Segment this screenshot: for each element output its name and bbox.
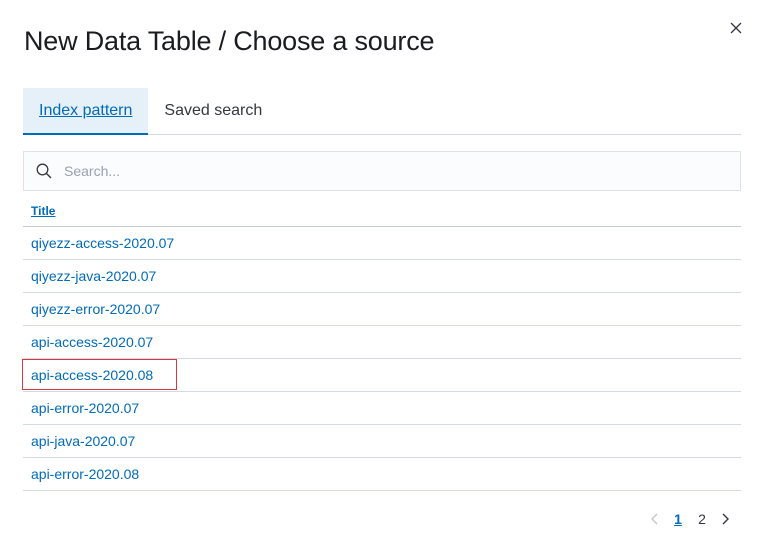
table-row: api-error-2020.08 <box>23 458 741 491</box>
source-list: qiyezz-access-2020.07 qiyezz-java-2020.0… <box>22 227 741 491</box>
table-row: api-error-2020.07 <box>23 392 741 425</box>
source-link[interactable]: qiyezz-java-2020.07 <box>31 268 156 284</box>
close-button[interactable] <box>727 19 745 37</box>
table-row: api-access-2020.08 <box>22 359 741 392</box>
source-link[interactable]: api-access-2020.07 <box>31 334 153 350</box>
column-header-title[interactable]: Title <box>31 204 55 218</box>
page-2-button[interactable]: 2 <box>690 507 714 531</box>
table-row: qiyezz-java-2020.07 <box>23 260 741 293</box>
chevron-left-icon <box>651 513 658 525</box>
page-1-button[interactable]: 1 <box>666 507 690 531</box>
choose-source-modal: New Data Table / Choose a source Index p… <box>0 0 766 553</box>
table-row: api-access-2020.07 <box>23 326 741 359</box>
source-link[interactable]: api-error-2020.08 <box>31 466 139 482</box>
source-link[interactable]: api-error-2020.07 <box>31 400 139 416</box>
search-input[interactable] <box>64 163 740 179</box>
table-row: qiyezz-access-2020.07 <box>23 227 741 260</box>
tab-saved-search[interactable]: Saved search <box>148 88 278 134</box>
table-header: Title <box>23 196 741 227</box>
source-link[interactable]: api-access-2020.08 <box>31 367 153 383</box>
table-row: qiyezz-error-2020.07 <box>23 293 741 326</box>
source-link[interactable]: qiyezz-access-2020.07 <box>31 235 174 251</box>
modal-title: New Data Table / Choose a source <box>24 26 435 56</box>
close-icon <box>730 22 742 34</box>
chevron-right-icon <box>722 513 729 525</box>
search-icon <box>24 152 64 190</box>
prev-page-button[interactable] <box>644 507 666 531</box>
source-link[interactable]: qiyezz-error-2020.07 <box>31 301 160 317</box>
pagination: 1 2 <box>644 507 736 531</box>
search-box <box>23 151 741 191</box>
table-row: api-java-2020.07 <box>23 425 741 458</box>
source-tabs: Index pattern Saved search <box>23 88 741 135</box>
tab-index-pattern[interactable]: Index pattern <box>23 88 149 135</box>
next-page-button[interactable] <box>714 507 736 531</box>
source-link[interactable]: api-java-2020.07 <box>31 433 135 449</box>
